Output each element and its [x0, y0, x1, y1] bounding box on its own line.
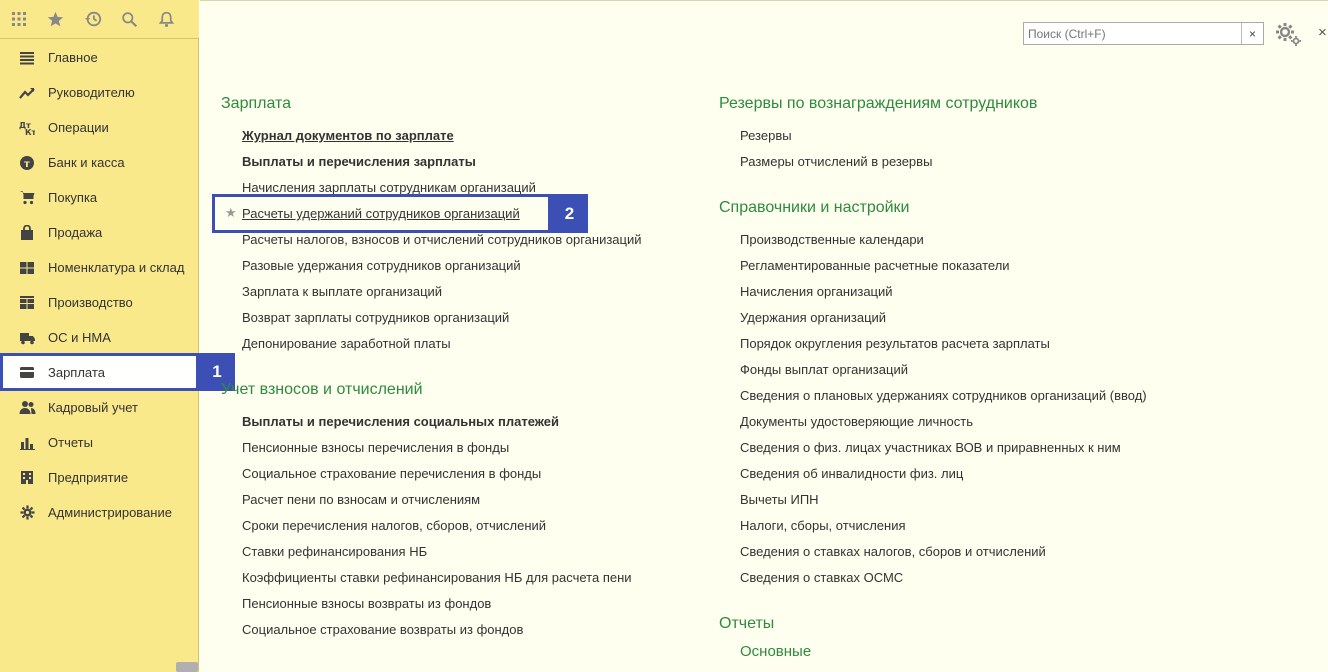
link-contrib-social-transfer[interactable]: Социальное страхование перечисления в фо…: [242, 466, 541, 481]
section-nav: Главное Руководителю Дт Кт Операции т Бан…: [0, 40, 199, 530]
link-contrib-penalty[interactable]: Расчет пени по взносам и отчислениям: [242, 492, 480, 507]
nav-item-operations[interactable]: Дт Кт Операции: [0, 110, 199, 145]
link-contrib-social-payments[interactable]: Выплаты и перечисления социальных платеж…: [242, 414, 559, 429]
search-icon[interactable]: [111, 0, 148, 38]
link-salary-one-time-deductions[interactable]: Разовые удержания сотрудников организаци…: [242, 258, 521, 273]
nav-item-production[interactable]: Производство: [0, 285, 199, 320]
gears-icon: [1276, 23, 1301, 46]
nav-item-label: Банк и касса: [48, 155, 125, 170]
nav-item-manager[interactable]: Руководителю: [0, 75, 199, 110]
trend-icon: [18, 84, 36, 102]
star-icon[interactable]: [37, 0, 74, 38]
link-contrib-pension-return[interactable]: Пенсионные взносы возвраты из фондов: [242, 596, 491, 611]
link-salary-to-pay[interactable]: Зарплата к выплате организаций: [242, 284, 442, 299]
link-ref-veterans[interactable]: Сведения о физ. лицах участниках ВОВ и п…: [740, 440, 1121, 455]
link-salary-return[interactable]: Возврат зарплаты сотрудников организаций: [242, 310, 509, 325]
truck-icon: [18, 329, 36, 347]
nav-item-bank[interactable]: т Банк и касса: [0, 145, 199, 180]
link-salary-taxes[interactable]: Расчеты налогов, взносов и отчислений со…: [242, 232, 642, 247]
nav-item-main[interactable]: Главное: [0, 40, 199, 75]
link-ref-osms-rates[interactable]: Сведения о ставках ОСМС: [740, 570, 903, 585]
search-clear-button[interactable]: ×: [1241, 23, 1263, 44]
nav-item-label: Руководителю: [48, 85, 135, 100]
nav-item-hr[interactable]: Кадровый учет: [0, 390, 199, 425]
link-reserves[interactable]: Резервы: [740, 128, 792, 143]
debit-credit-icon: Дт Кт: [18, 119, 36, 137]
svg-text:т: т: [24, 159, 30, 170]
nav-item-label: Покупка: [48, 190, 98, 205]
coin-icon: т: [18, 154, 36, 172]
search-input[interactable]: [1024, 23, 1241, 44]
close-button[interactable]: ×: [1318, 24, 1327, 41]
nav-item-administration[interactable]: Администрирование: [0, 495, 199, 530]
link-reserves-rates[interactable]: Размеры отчислений в резервы: [740, 154, 932, 169]
link-ref-indicators[interactable]: Регламентированные расчетные показатели: [740, 258, 1010, 273]
bar-chart-icon: [18, 434, 36, 452]
link-contrib-refinancing-coeff[interactable]: Коэффициенты ставки рефинансирования НБ …: [242, 570, 632, 585]
link-ref-ipn-deductions[interactable]: Вычеты ИПН: [740, 492, 819, 507]
link-contrib-pension-transfer[interactable]: Пенсионные взносы перечисления в фонды: [242, 440, 509, 455]
section-title-references: Справочники и настройки: [719, 199, 910, 216]
nav-item-label: ОС и НМА: [48, 330, 111, 345]
annotation-badge-2: 2: [551, 194, 588, 233]
link-ref-payment-funds[interactable]: Фонды выплат организаций: [740, 362, 908, 377]
sidebar-toolbar: [0, 0, 199, 39]
sidebar-scrollbar[interactable]: [176, 662, 198, 672]
bag-icon: [18, 224, 36, 242]
link-salary-payments[interactable]: Выплаты и перечисления зарплаты: [242, 154, 476, 169]
nav-item-label: Предприятие: [48, 470, 129, 485]
svg-text:Кт: Кт: [25, 128, 35, 136]
nav-item-label: Отчеты: [48, 435, 93, 450]
section-title-salary: Зарплата: [221, 95, 292, 112]
link-ref-taxes[interactable]: Налоги, сборы, отчисления: [740, 518, 906, 533]
warehouse-icon: [18, 259, 36, 277]
reports-subsection-main[interactable]: Основные: [740, 643, 811, 660]
nav-item-label: Кадровый учет: [48, 400, 138, 415]
nav-item-reports[interactable]: Отчеты: [0, 425, 199, 460]
settings-gear-button[interactable]: [1274, 20, 1304, 48]
link-ref-planned-deductions[interactable]: Сведения о плановых удержаниях сотрудник…: [740, 388, 1147, 403]
link-contrib-social-return[interactable]: Социальное страхование возвраты из фондо…: [242, 622, 523, 637]
link-salary-accruals[interactable]: Начисления зарплаты сотрудникам организа…: [242, 180, 536, 195]
annotation-highlight-deductions: [212, 194, 551, 233]
link-ref-id-documents[interactable]: Документы удостоверяющие личность: [740, 414, 973, 429]
nav-item-label: Производство: [48, 295, 133, 310]
link-salary-deposit[interactable]: Депонирование заработной платы: [242, 336, 451, 351]
link-salary-journal[interactable]: Журнал документов по зарплате: [242, 128, 454, 143]
link-ref-deductions[interactable]: Удержания организаций: [740, 310, 886, 325]
top-divider: [200, 0, 1328, 1]
link-contrib-terms[interactable]: Сроки перечисления налогов, сборов, отчи…: [242, 518, 546, 533]
link-contrib-refinancing-rates[interactable]: Ставки рефинансирования НБ: [242, 544, 427, 559]
cart-icon: [18, 189, 36, 207]
bell-icon[interactable]: [148, 0, 185, 38]
nav-item-purchase[interactable]: Покупка: [0, 180, 199, 215]
people-icon: [18, 399, 36, 417]
nav-item-label: Главное: [48, 50, 98, 65]
nav-item-label: Администрирование: [48, 505, 172, 520]
nav-item-label: Номенклатура и склад: [48, 260, 185, 275]
history-icon[interactable]: [74, 0, 111, 38]
menu-lines-icon: [18, 49, 36, 67]
nav-item-warehouse[interactable]: Номенклатура и склад: [0, 250, 199, 285]
sidebar: Главное Руководителю Дт Кт Операции т Бан…: [0, 0, 199, 672]
apps-grid-icon[interactable]: [0, 0, 37, 38]
section-title-reserves: Резервы по вознаграждениям сотрудников: [719, 95, 1038, 112]
nav-item-enterprise[interactable]: Предприятие: [0, 460, 199, 495]
search-box: ×: [1023, 22, 1264, 45]
link-ref-calendars[interactable]: Производственные календари: [740, 232, 924, 247]
factory-icon: [18, 294, 36, 312]
section-title-reports: Отчеты: [719, 615, 775, 632]
link-ref-rounding[interactable]: Порядок округления результатов расчета з…: [740, 336, 1050, 351]
section-title-contributions: Учет взносов и отчислений: [221, 381, 423, 398]
link-ref-tax-rates[interactable]: Сведения о ставках налогов, сборов и отч…: [740, 544, 1046, 559]
nav-item-label: Операции: [48, 120, 109, 135]
nav-item-label: Продажа: [48, 225, 103, 240]
gear-icon: [18, 504, 36, 522]
link-ref-disability[interactable]: Сведения об инвалидности физ. лиц: [740, 466, 963, 481]
building-icon: [18, 469, 36, 487]
annotation-highlight-salary: [0, 353, 199, 391]
link-ref-accruals[interactable]: Начисления организаций: [740, 284, 893, 299]
nav-item-fixed-assets[interactable]: ОС и НМА: [0, 320, 199, 355]
nav-item-sales[interactable]: Продажа: [0, 215, 199, 250]
